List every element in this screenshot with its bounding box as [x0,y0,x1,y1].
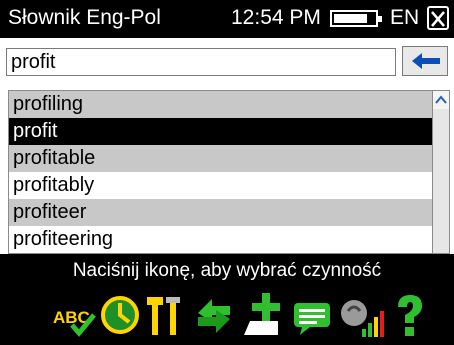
spellcheck-button[interactable]: ABC [52,289,96,341]
close-icon [431,11,445,27]
search-input[interactable]: profit [6,48,396,76]
battery-icon [330,10,382,27]
scroll-up-button[interactable] [433,91,449,109]
list-item[interactable]: profit [9,118,432,145]
app-title: Słownik Eng-Pol [8,6,161,29]
swap-button[interactable] [192,289,236,341]
help-icon [398,295,422,336]
status-hint: Naciśnij ikonę, aby wybrać czynność [72,260,382,281]
speaker-button[interactable] [338,289,384,341]
close-button[interactable] [427,6,449,30]
list-item[interactable]: profitable [9,145,432,172]
history-icon [101,296,139,334]
speaker-icon [341,300,384,337]
list-item[interactable]: profiling [9,91,432,118]
tools-icon [147,297,180,335]
message-button[interactable] [290,289,334,341]
swap-icon [198,299,230,333]
chevron-up-icon [435,95,447,104]
clock: 12:54 PM [231,6,321,29]
scrollbar[interactable] [432,90,450,254]
word-list-area: profiling profit profitable profitably profi… [0,86,454,254]
word-list[interactable]: profiling profit profitable profitably profi… [8,90,432,254]
add-note-button[interactable] [240,289,284,341]
list-item[interactable]: profiteer [9,199,432,226]
title-bar: Słownik Eng-Pol 12:54 PM EN [0,0,454,38]
input-language[interactable]: EN [390,6,419,30]
tools-button[interactable] [144,289,188,341]
add-note-icon [244,293,280,335]
help-button[interactable] [388,289,432,341]
list-item[interactable]: profitably [9,172,432,199]
history-button[interactable] [98,289,142,341]
back-arrow-icon [412,53,440,69]
toolbar: ABC [0,287,454,343]
message-icon [294,303,330,335]
back-button[interactable] [402,46,448,76]
list-item[interactable]: profiteering [9,226,432,253]
spellcheck-icon: ABC [53,308,96,337]
search-row: profit [0,38,454,86]
